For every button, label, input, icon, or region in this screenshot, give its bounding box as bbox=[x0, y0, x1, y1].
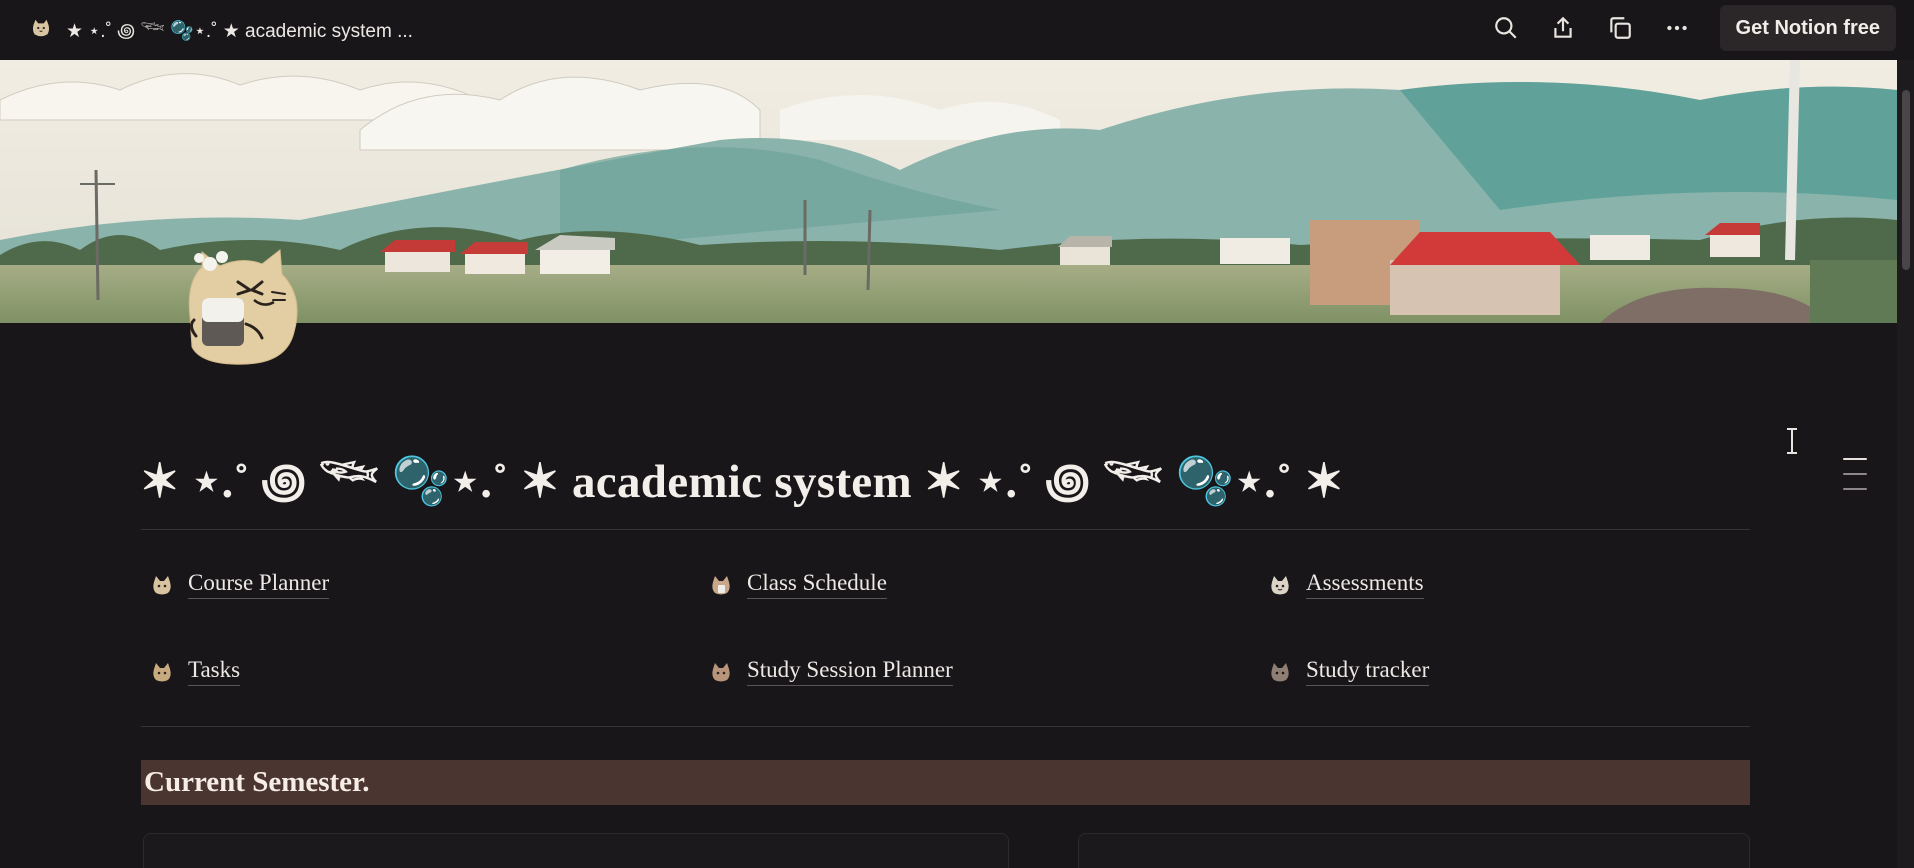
toc-line bbox=[1843, 458, 1867, 460]
more-icon bbox=[1667, 25, 1687, 31]
share-icon bbox=[1554, 16, 1572, 38]
link-label: Assessments bbox=[1306, 570, 1424, 599]
link-tasks[interactable]: Tasks bbox=[150, 657, 241, 686]
page-title[interactable]: ✶ ⋆.˚ ꩜ 𓆝 🫧⋆.˚ ✶ academic system ✶ ⋆.˚ ꩜… bbox=[140, 436, 1344, 514]
semester-card-right[interactable] bbox=[1078, 833, 1750, 868]
more-button[interactable] bbox=[1649, 0, 1706, 56]
get-notion-free-button[interactable]: Get Notion free bbox=[1719, 5, 1896, 51]
cat-face-icon bbox=[1271, 575, 1289, 594]
toolbar: Get Notion free bbox=[1478, 0, 1896, 56]
links-divider bbox=[141, 726, 1750, 727]
duplicate-icon bbox=[1610, 17, 1631, 39]
text-cursor-icon bbox=[1787, 428, 1797, 454]
link-study-session-planner[interactable]: Study Session Planner bbox=[709, 657, 953, 686]
link-label: Class Schedule bbox=[747, 570, 887, 599]
duplicate-button[interactable] bbox=[1592, 0, 1649, 56]
scrollbar[interactable] bbox=[1897, 60, 1914, 868]
search-icon bbox=[1495, 17, 1517, 39]
link-study-tracker[interactable]: Study tracker bbox=[1268, 657, 1430, 686]
link-class-schedule[interactable]: Class Schedule bbox=[709, 570, 887, 599]
link-label: Study tracker bbox=[1306, 657, 1430, 686]
breadcrumb[interactable]: ★ ⋆.˚ ꩜ 𓆝 🫧⋆.˚ ★ academic system ... bbox=[30, 0, 413, 56]
cat-face-icon bbox=[1271, 662, 1289, 681]
cat-with-drink-icon[interactable] bbox=[182, 242, 312, 372]
link-label: Tasks bbox=[188, 657, 241, 686]
page-breadcrumb-title: ★ ⋆.˚ ꩜ 𓆝 🫧⋆.˚ ★ academic system ... bbox=[66, 20, 413, 42]
link-course-planner[interactable]: Course Planner bbox=[150, 570, 330, 599]
cat-face-icon bbox=[153, 575, 171, 594]
link-label: Study Session Planner bbox=[747, 657, 953, 686]
top-bar: ★ ⋆.˚ ꩜ 𓆝 🫧⋆.˚ ★ academic system ... Get… bbox=[0, 0, 1914, 60]
cat-face-icon bbox=[153, 662, 171, 681]
title-divider bbox=[141, 529, 1750, 530]
section-heading-current-semester[interactable]: Current Semester. bbox=[141, 760, 1750, 805]
semester-card-left[interactable] bbox=[143, 833, 1009, 868]
cat-page-icon bbox=[32, 19, 50, 37]
cat-face-icon bbox=[712, 662, 730, 681]
cat-face-icon bbox=[712, 575, 730, 594]
toc-line bbox=[1843, 488, 1867, 490]
search-button[interactable] bbox=[1478, 0, 1535, 56]
share-button[interactable] bbox=[1535, 0, 1592, 56]
scrollbar-thumb[interactable] bbox=[1902, 90, 1910, 270]
table-of-contents-indicator[interactable] bbox=[1843, 458, 1867, 503]
toc-line bbox=[1843, 473, 1867, 475]
link-label: Course Planner bbox=[188, 570, 330, 599]
link-assessments[interactable]: Assessments bbox=[1268, 570, 1424, 599]
